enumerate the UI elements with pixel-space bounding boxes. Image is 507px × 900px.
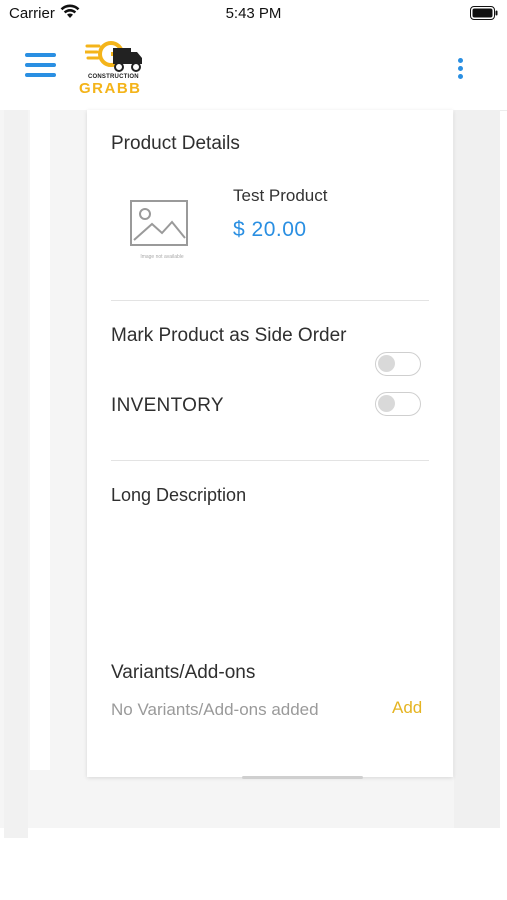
app-header: CONSTRUCTION GRABB — [0, 28, 507, 111]
image-caption: Image not available — [140, 254, 184, 260]
more-vertical-icon[interactable] — [453, 58, 467, 80]
product-name: Test Product — [233, 186, 328, 205]
product-details-title: Product Details — [111, 133, 240, 154]
product-price: $ 20.00 — [233, 218, 307, 241]
truck-icon — [85, 41, 142, 72]
scroll-indicator — [242, 776, 363, 779]
status-bar: Carrier 5:43 PM — [0, 0, 507, 28]
variants-title: Variants/Add-ons — [111, 662, 256, 683]
divider — [111, 300, 429, 301]
long-description-title: Long Description — [111, 485, 247, 505]
product-card: Product Details Image not available Test… — [87, 110, 453, 777]
divider — [111, 460, 429, 461]
long-description-value — [111, 520, 429, 630]
left-panel-strip — [30, 110, 50, 770]
right-panel-edge — [454, 110, 500, 828]
variants-empty-text: No Variants/Add-ons added — [111, 700, 319, 719]
hamburger-menu-icon[interactable] — [25, 53, 56, 80]
image-placeholder-icon — [130, 200, 188, 246]
product-image-placeholder: Image not available — [127, 196, 193, 266]
side-order-label: Mark Product as Side Order — [111, 325, 347, 346]
logo: CONSTRUCTION GRABB — [79, 40, 159, 98]
battery-icon — [470, 6, 498, 20]
logo-title: GRABB — [79, 80, 142, 97]
inventory-toggle[interactable] — [375, 392, 421, 416]
left-panel-edge — [4, 110, 28, 838]
add-variant-button[interactable]: Add — [392, 698, 422, 718]
inventory-label: INVENTORY — [111, 395, 224, 416]
clock: 5:43 PM — [225, 5, 282, 22]
side-order-toggle[interactable] — [375, 352, 421, 376]
